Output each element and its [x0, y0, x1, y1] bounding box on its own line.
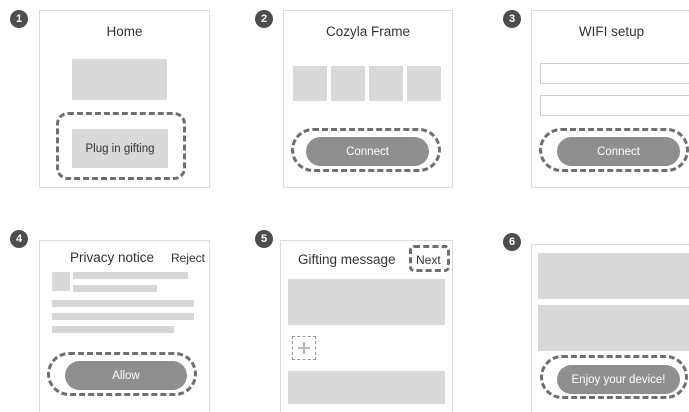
- step-2-badge: 2: [255, 10, 273, 28]
- privacy-text-line: [52, 313, 194, 320]
- step-1-highlight: [56, 112, 186, 180]
- wifi-password-field[interactable]: [540, 95, 689, 116]
- wifi-network-field[interactable]: [540, 63, 689, 84]
- step-4-title: Privacy notice: [70, 250, 155, 265]
- add-photo-button[interactable]: [292, 336, 316, 360]
- home-image-placeholder: [72, 59, 167, 100]
- device-thumb-4[interactable]: [407, 66, 441, 101]
- privacy-avatar-placeholder: [52, 272, 70, 291]
- device-thumb-3[interactable]: [369, 66, 403, 101]
- step-1-title: Home: [106, 24, 143, 39]
- step-3-title: WIFI setup: [578, 24, 645, 39]
- step-4-highlight: [47, 352, 197, 396]
- step-5-title: Gifting message: [298, 252, 396, 267]
- step-2-title: Cozyla Frame: [325, 24, 411, 39]
- step-6-badge: 6: [503, 233, 521, 251]
- step-5-highlight: [409, 245, 450, 272]
- step-2-highlight: [291, 128, 441, 172]
- step-4-badge: 4: [10, 230, 28, 248]
- privacy-text-line: [73, 285, 157, 292]
- plus-icon: [298, 342, 310, 354]
- step-3-badge: 3: [503, 10, 521, 28]
- reject-link[interactable]: Reject: [171, 251, 205, 265]
- final-image-placeholder: [538, 305, 689, 351]
- privacy-text-line: [52, 326, 174, 333]
- step-6-highlight: [540, 355, 688, 399]
- device-thumb-2[interactable]: [331, 66, 365, 101]
- step-3-highlight: [539, 128, 689, 172]
- message-text-area[interactable]: [288, 279, 445, 325]
- final-image-placeholder: [538, 253, 689, 299]
- device-thumb-1[interactable]: [293, 66, 327, 101]
- privacy-text-line: [52, 300, 194, 307]
- step-5-badge: 5: [255, 230, 273, 248]
- message-preview-area: [288, 371, 445, 404]
- step-1-badge: 1: [10, 10, 28, 28]
- privacy-text-line: [73, 272, 188, 279]
